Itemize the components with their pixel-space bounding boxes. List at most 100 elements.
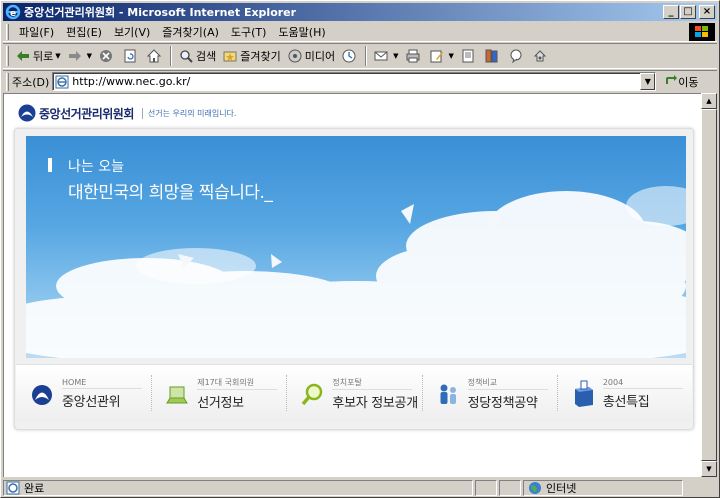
nav-sub-label: HOME <box>62 378 142 389</box>
home-network-button[interactable] <box>529 45 553 67</box>
nav-main-label: 후보자 정보공개 <box>332 395 418 411</box>
title-bar[interactable]: e 중앙선거관리위원회 - Microsoft Internet Explore… <box>3 3 717 21</box>
status-bar: 완료 인터넷 <box>3 479 717 497</box>
nav-item-party-policy[interactable]: 정책비교 정당정책공약 <box>421 365 557 422</box>
network-icon <box>532 48 548 64</box>
page-done-icon <box>6 481 20 495</box>
address-label: 주소(D) <box>12 75 50 89</box>
forward-arrow-icon <box>67 48 83 64</box>
status-pane-main: 완료 <box>3 480 473 496</box>
nav-sub-label: 2004 <box>602 378 683 389</box>
forward-button[interactable]: ▼ <box>64 45 95 67</box>
nav-item-election-info[interactable]: 제17대 국회의원 선거정보 <box>151 365 286 422</box>
favorites-button[interactable]: 즐겨찾기 <box>219 45 283 67</box>
nav-sub-label: 정치포탈 <box>332 377 413 390</box>
sky-clouds-image <box>26 186 686 358</box>
media-button[interactable]: 미디어 <box>284 45 338 67</box>
ie-logo-icon: e <box>5 4 21 20</box>
home-icon <box>146 48 162 64</box>
address-input[interactable]: http://www.nec.go.kr/ ▼ <box>52 72 657 91</box>
nec-logo-icon[interactable] <box>18 104 36 122</box>
page-content: 중앙선거관리위원회 선거는 우리의 미래입니다. 나는 오늘 대한민국의 희망을… <box>3 93 701 477</box>
zone-label: 인터넷 <box>546 482 577 495</box>
hero-banner: 나는 오늘 대한민국의 희망을 찍습니다._ <box>26 136 686 358</box>
print-icon <box>405 48 421 64</box>
media-label: 미디어 <box>304 50 336 63</box>
site-header: 중앙선거관리위원회 선거는 우리의 미래입니다. <box>18 104 236 122</box>
nav-main-label: 선거정보 <box>197 395 244 411</box>
menu-file[interactable]: 파일(F) <box>13 24 60 40</box>
menu-grip[interactable] <box>6 23 9 40</box>
discuss-button[interactable] <box>457 45 481 67</box>
forward-dropdown-icon[interactable]: ▼ <box>87 52 92 60</box>
toolbar-grip[interactable] <box>6 46 9 66</box>
print-button[interactable] <box>402 45 426 67</box>
minimize-button[interactable]: _ <box>663 5 679 19</box>
hero-headline-1: 나는 오늘 <box>68 159 124 175</box>
nav-main-label: 정당정책공약 <box>467 395 538 411</box>
refresh-icon <box>122 48 138 64</box>
mail-icon <box>373 48 389 64</box>
site-name[interactable]: 중앙선거관리위원회 <box>39 105 134 122</box>
go-arrow-icon <box>664 74 678 89</box>
back-label: 뒤로 <box>33 50 54 63</box>
menu-tools[interactable]: 도구(T) <box>225 24 273 40</box>
search-icon <box>178 48 194 64</box>
search-label: 검색 <box>196 50 217 63</box>
window-title: 중앙선거관리위원회 - Microsoft Internet Explorer <box>24 6 297 19</box>
go-button[interactable]: 이동 <box>664 74 699 90</box>
maximize-button[interactable]: □ <box>680 5 696 19</box>
address-dropdown-button[interactable]: ▼ <box>640 73 656 90</box>
menu-help[interactable]: 도움말(H) <box>272 24 331 40</box>
status-pane-security <box>499 480 521 496</box>
menu-view[interactable]: 보기(V) <box>108 24 156 40</box>
windows-logo-icon <box>689 23 715 41</box>
history-button[interactable] <box>338 45 362 67</box>
edit-button[interactable]: ▼ <box>426 45 457 67</box>
nav-item-candidate-info[interactable]: 정치포탈 후보자 정보공개 <box>286 365 421 422</box>
status-pane-progress <box>475 480 497 496</box>
stop-button[interactable] <box>95 45 119 67</box>
back-dropdown-icon[interactable]: ▼ <box>55 52 60 60</box>
toolbar-separator <box>365 46 368 66</box>
nec-emblem-icon <box>30 379 56 409</box>
research-button[interactable] <box>481 45 505 67</box>
edit-dropdown-icon[interactable]: ▼ <box>449 52 454 60</box>
home-button[interactable] <box>143 45 167 67</box>
nav-main-label: 총선특집 <box>602 394 650 410</box>
refresh-button[interactable] <box>119 45 143 67</box>
standard-toolbar: 뒤로 ▼ ▼ 검색 즐겨찾기 미디어 ▼ ▼ <box>3 43 717 69</box>
messenger-button[interactable] <box>505 45 529 67</box>
vertical-scrollbar[interactable]: ▲ ▼ <box>701 93 717 477</box>
stop-icon <box>98 48 114 64</box>
toolbar-separator <box>170 46 173 66</box>
address-grip[interactable] <box>6 72 9 91</box>
status-pane-zone: 인터넷 <box>523 480 683 496</box>
page-icon <box>55 75 69 89</box>
nav-item-special[interactable]: 2004 총선특집 <box>556 365 692 422</box>
magnifier-icon <box>300 379 326 409</box>
search-button[interactable]: 검색 <box>175 45 219 67</box>
nav-item-home[interactable]: HOME 중앙선관위 <box>16 365 151 422</box>
address-url: http://www.nec.go.kr/ <box>72 75 191 88</box>
edit-icon <box>429 48 445 64</box>
menu-edit[interactable]: 편집(E) <box>60 24 108 40</box>
browser-window: e 중앙선거관리위원회 - Microsoft Internet Explore… <box>0 0 720 498</box>
nav-sub-label: 제17대 국회의원 <box>197 377 278 390</box>
media-icon <box>287 48 303 64</box>
hero-accent-bar <box>48 158 52 172</box>
scroll-thumb[interactable] <box>701 109 717 461</box>
mail-button[interactable]: ▼ <box>370 45 401 67</box>
messenger-icon <box>508 48 524 64</box>
site-slogan: 선거는 우리의 미래입니다. <box>141 107 236 119</box>
mail-dropdown-icon[interactable]: ▼ <box>393 52 398 60</box>
hero-headline-2: 대한민국의 희망을 찍습니다._ <box>68 183 273 203</box>
menu-favorites[interactable]: 즐겨찾기(A) <box>156 24 225 40</box>
close-button[interactable]: × <box>699 5 715 19</box>
back-button[interactable]: 뒤로 ▼ <box>12 45 64 67</box>
people-icon <box>436 379 462 409</box>
favorites-icon <box>222 48 238 64</box>
ballot-box-icon <box>571 379 597 409</box>
scroll-down-button[interactable]: ▼ <box>701 461 717 477</box>
scroll-up-button[interactable]: ▲ <box>701 93 717 109</box>
